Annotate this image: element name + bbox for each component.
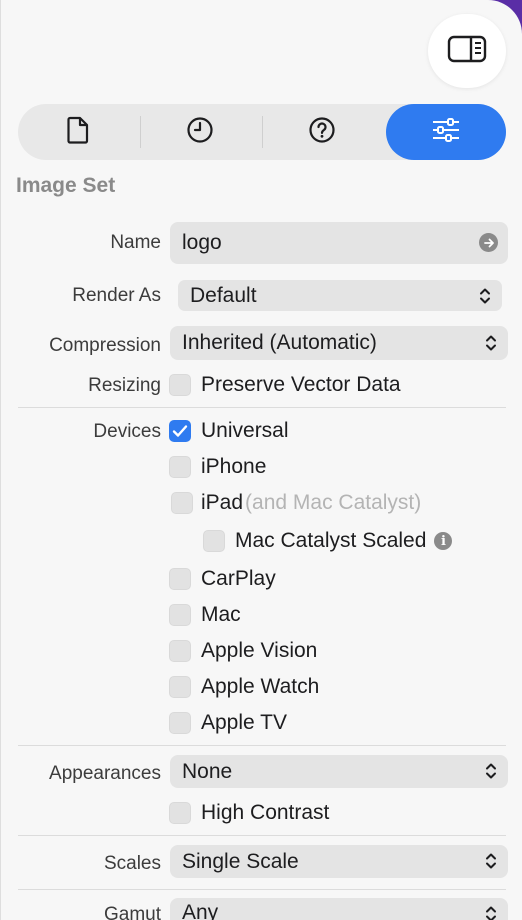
device-mac-catalyst-scaled-checkbox[interactable]: Mac Catalyst Scaled i	[203, 529, 453, 553]
separator	[18, 889, 506, 890]
checkbox[interactable]	[203, 530, 225, 552]
name-value: logo	[182, 231, 222, 254]
tab-help-inspector[interactable]	[262, 104, 382, 160]
gamut-value: Any	[182, 901, 219, 920]
device-iphone-checkbox[interactable]: iPhone	[169, 455, 266, 479]
checkbox[interactable]	[169, 420, 191, 442]
go-arrow-icon[interactable]	[479, 233, 498, 252]
checkbox-label: CarPlay	[201, 567, 276, 590]
up-down-chevron-icon	[484, 761, 498, 787]
clock-icon	[186, 116, 214, 149]
inspector-tabs	[18, 104, 506, 160]
up-down-chevron-icon	[478, 286, 492, 312]
checkbox[interactable]	[169, 640, 191, 662]
checkbox-label: Preserve Vector Data	[201, 373, 401, 396]
checkbox[interactable]	[169, 456, 191, 478]
device-apple-tv-checkbox[interactable]: Apple TV	[169, 711, 287, 735]
separator	[18, 745, 506, 746]
device-carplay-checkbox[interactable]: CarPlay	[169, 567, 276, 591]
scales-popup[interactable]: Single Scale	[170, 845, 508, 878]
appearances-value: None	[182, 759, 233, 783]
sidebar-right-icon	[447, 34, 487, 69]
render-as-value: Default	[190, 283, 257, 307]
checkbox-label: Mac Catalyst Scaled	[235, 529, 427, 552]
name-label: Name	[110, 232, 161, 253]
scales-label: Scales	[103, 853, 161, 874]
devices-label: Devices	[93, 421, 161, 442]
up-down-chevron-icon	[484, 904, 498, 920]
checkbox[interactable]	[169, 676, 191, 698]
name-field[interactable]: logo	[170, 222, 508, 264]
compression-popup[interactable]: Inherited (Automatic)	[170, 326, 508, 360]
document-icon	[65, 116, 91, 149]
checkbox-label: Universal	[201, 419, 289, 442]
device-apple-vision-checkbox[interactable]: Apple Vision	[169, 639, 317, 663]
device-ipad-checkbox[interactable]: iPad (and Mac Catalyst)	[171, 491, 421, 515]
checkbox-label: Apple Watch	[201, 675, 320, 698]
sliders-icon	[431, 117, 461, 148]
preserve-vector-data-checkbox[interactable]: Preserve Vector Data	[169, 373, 401, 397]
checkbox-label: High Contrast	[201, 801, 330, 824]
checkbox[interactable]	[169, 568, 191, 590]
checkbox-label: iPhone	[201, 455, 267, 478]
resizing-label: Resizing	[88, 375, 161, 396]
gamut-popup[interactable]: Any	[170, 898, 508, 920]
appearances-popup[interactable]: None	[170, 755, 508, 788]
checkbox[interactable]	[169, 374, 191, 396]
checkbox[interactable]	[169, 802, 191, 824]
checkbox-label: Apple TV	[201, 711, 287, 734]
checkbox-label: Mac	[201, 603, 241, 626]
help-icon	[308, 116, 336, 149]
high-contrast-checkbox[interactable]: High Contrast	[169, 801, 329, 825]
checkbox[interactable]	[169, 712, 191, 734]
separator	[18, 835, 506, 836]
info-icon[interactable]: i	[434, 532, 453, 550]
tab-file-inspector[interactable]	[18, 104, 138, 160]
checkbox-label: iPad	[201, 491, 244, 514]
scales-value: Single Scale	[182, 849, 299, 873]
compression-label: Compression	[49, 335, 161, 356]
device-mac-checkbox[interactable]: Mac	[169, 603, 241, 627]
separator	[18, 407, 506, 408]
checkbox-sublabel: (and Mac Catalyst)	[245, 491, 422, 514]
checkbox[interactable]	[169, 604, 191, 626]
up-down-chevron-icon	[484, 333, 498, 359]
render-as-popup[interactable]: Default	[178, 280, 502, 311]
tab-history-inspector[interactable]	[140, 104, 260, 160]
tab-attributes-inspector[interactable]	[386, 104, 506, 160]
sidebar-toggle-button[interactable]	[428, 14, 506, 88]
device-apple-watch-checkbox[interactable]: Apple Watch	[169, 675, 319, 699]
gamut-label: Gamut	[103, 904, 161, 920]
compression-value: Inherited (Automatic)	[182, 331, 377, 354]
checkbox-label: Apple Vision	[201, 639, 318, 662]
render-as-label: Render As	[72, 285, 161, 306]
checkbox[interactable]	[171, 492, 193, 514]
section-title: Image Set	[16, 174, 116, 197]
device-universal-checkbox[interactable]: Universal	[169, 419, 289, 443]
up-down-chevron-icon	[484, 851, 498, 877]
appearances-label: Appearances	[49, 763, 161, 784]
